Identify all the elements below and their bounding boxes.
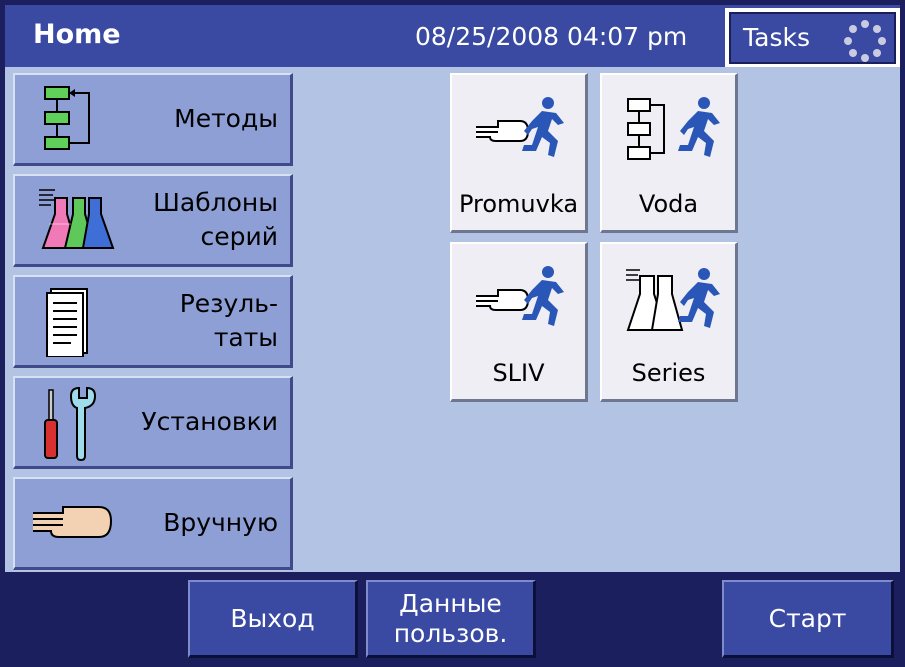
exit-label: Выход — [230, 603, 315, 633]
document-icon — [46, 288, 88, 357]
method-tile-sliv[interactable]: SLIV — [450, 242, 588, 402]
sidebar-item-label: Установки — [141, 407, 278, 436]
page-title: Home — [33, 19, 121, 50]
main-panel: Методы Шаблоны серий Резуль- таты Устано… — [5, 67, 900, 572]
flowchart-runner-icon — [627, 97, 720, 160]
tasks-label: Tasks — [743, 23, 810, 52]
spinner-icon — [844, 20, 886, 62]
sidebar-item-label: Шаблоны серий — [153, 188, 278, 251]
sidebar-item-label: Вручную — [163, 508, 278, 537]
sidebar-item-settings[interactable]: Установки — [13, 376, 293, 469]
sidebar-item-label: Резуль- таты — [179, 289, 278, 352]
tasks-button[interactable]: Tasks — [725, 8, 900, 68]
flasks-icon — [39, 189, 115, 249]
method-flowchart-icon — [44, 86, 90, 150]
tools-icon — [44, 386, 97, 462]
user-data-label-line2: пользов. — [393, 618, 508, 648]
header-bar: Home 08/25/2008 04:07 pm Tasks — [5, 5, 900, 68]
method-tile-series[interactable]: Series — [600, 242, 738, 402]
sidebar-item-label: Методы — [174, 104, 278, 133]
start-label: Старт — [768, 603, 847, 633]
app-window: Home 08/25/2008 04:07 pm Tasks Методы Ша… — [0, 0, 905, 667]
tile-label: Voda — [638, 190, 699, 218]
exit-button[interactable]: Выход — [188, 580, 358, 658]
datetime-display: 08/25/2008 04:07 pm — [415, 22, 688, 51]
sidebar-item-methods[interactable]: Методы — [13, 73, 293, 166]
user-data-button[interactable]: Данные пользов. — [366, 580, 536, 658]
tasks-button-face[interactable]: Tasks — [729, 12, 896, 64]
hand-icon — [33, 506, 113, 538]
sidebar-item-series-templates[interactable]: Шаблоны серий — [13, 174, 293, 267]
tile-label: Promuvka — [458, 190, 579, 218]
method-tile-promuvka[interactable]: Promuvka — [450, 73, 588, 233]
sidebar-item-results[interactable]: Резуль- таты — [13, 275, 293, 368]
hand-runner-icon — [476, 97, 564, 157]
footer-bar: Выход Данные пользов. Старт — [0, 572, 905, 667]
sidebar-item-manual[interactable]: Вручную — [13, 477, 293, 570]
user-data-label-line1: Данные — [399, 588, 502, 618]
tile-label: Series — [631, 359, 706, 387]
flask-runner-icon — [626, 268, 720, 331]
hand-runner-icon — [476, 266, 564, 326]
start-button[interactable]: Старт — [722, 580, 894, 658]
method-tile-voda[interactable]: Voda — [600, 73, 738, 233]
tile-label: SLIV — [492, 359, 545, 387]
